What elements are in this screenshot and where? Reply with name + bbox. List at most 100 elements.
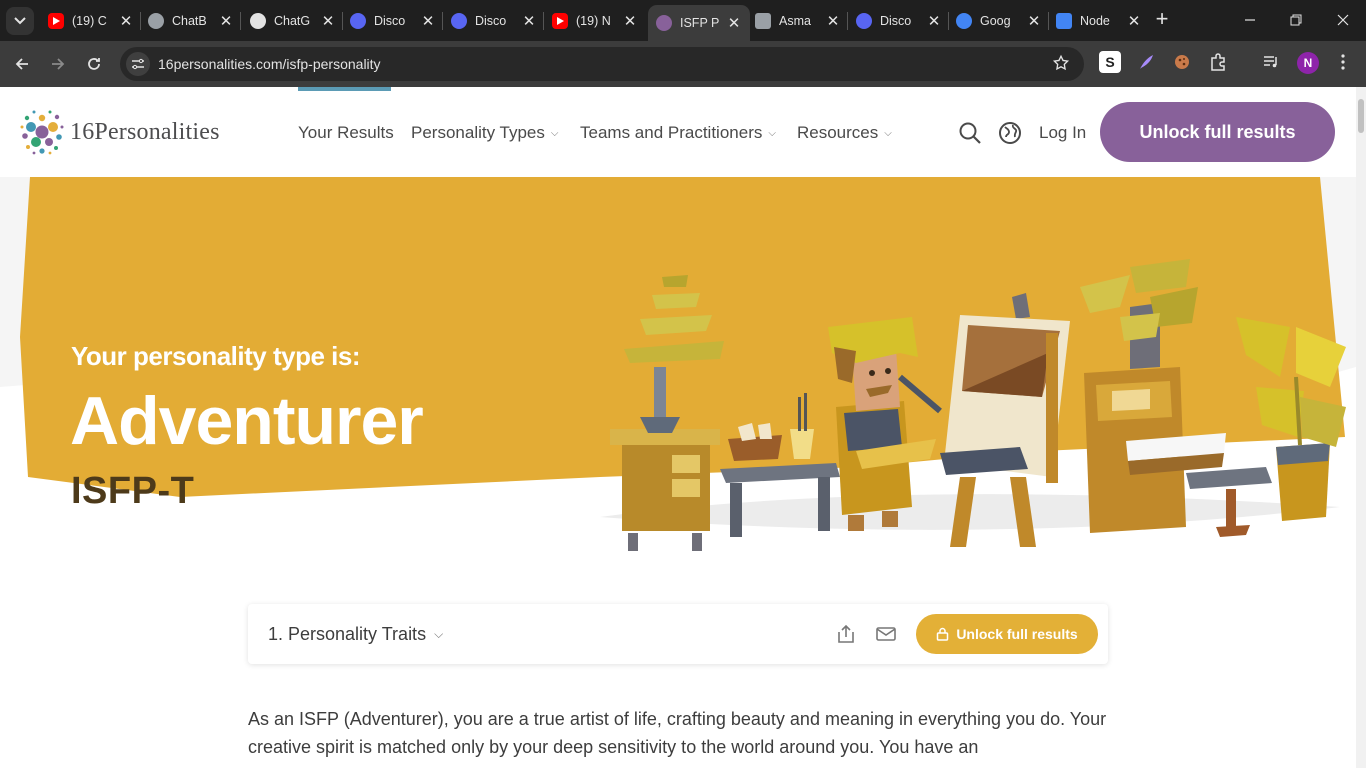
lock-icon — [937, 627, 949, 641]
close-window-button[interactable] — [1331, 8, 1355, 32]
close-tab-icon[interactable]: ✕ — [726, 14, 742, 32]
bookmark-star-icon[interactable] — [1052, 54, 1070, 77]
chevron-down-icon: ⌵ — [884, 127, 892, 139]
section-title: 1. Personality Traits — [268, 624, 427, 644]
reload-icon — [88, 58, 100, 70]
discord-icon — [451, 12, 467, 29]
restore-button[interactable] — [1284, 8, 1308, 32]
reload-button[interactable] — [80, 50, 108, 78]
new-tab-button[interactable]: + — [1150, 8, 1174, 32]
logo-text: 16Personalities — [70, 118, 220, 145]
unlock-full-results-small-button[interactable]: Unlock full results — [916, 614, 1098, 654]
media-control-icon[interactable] — [1260, 51, 1282, 73]
search-icon[interactable] — [957, 120, 983, 146]
forward-button[interactable] — [44, 50, 72, 78]
16p-icon — [656, 15, 672, 31]
browser-tab[interactable]: Disco ✕ — [443, 5, 545, 36]
browser-tab[interactable]: ChatB ✕ — [140, 5, 242, 36]
hero-banner: Your personality type is: Adventurer ISF… — [0, 177, 1356, 557]
extension-cookie-icon[interactable] — [1171, 51, 1193, 73]
nav-personality-types[interactable]: Personality Types ⌵ — [411, 123, 558, 143]
login-link[interactable]: Log In — [1039, 123, 1086, 143]
chevron-down-icon: ⌵ — [434, 627, 444, 641]
hero-subtitle: Your personality type is: — [71, 341, 360, 371]
site-logo[interactable]: 16Personalities — [20, 109, 220, 155]
personality-type-title: Adventurer — [70, 383, 424, 459]
close-tab-icon[interactable]: ✕ — [320, 12, 336, 30]
scrollbar-thumb[interactable] — [1358, 99, 1364, 133]
nav-teams-practitioners[interactable]: Teams and Practitioners ⌵ — [580, 123, 776, 143]
active-nav-indicator — [298, 87, 391, 91]
web-page: 16Personalities Your Results Personality… — [0, 87, 1356, 768]
site-header: 16Personalities Your Results Personality… — [0, 87, 1356, 177]
browser-tab[interactable]: ChatG ✕ — [242, 5, 344, 36]
personality-type-code: ISFP-T — [71, 470, 195, 512]
bird-icon — [755, 12, 771, 29]
chevron-down-icon: ⌵ — [768, 127, 776, 139]
share-icon[interactable] — [835, 623, 857, 645]
tab-separator — [240, 12, 241, 30]
openai-icon — [250, 12, 266, 29]
extensions-puzzle-icon[interactable] — [1207, 51, 1229, 73]
globe-icon[interactable] — [997, 120, 1023, 146]
tab-title: Asma — [779, 13, 811, 28]
browser-toolbar: 16personalities.com/isfp-personality S N — [0, 41, 1366, 87]
site-info-icon[interactable] — [126, 52, 150, 76]
minimize-button[interactable] — [1238, 8, 1262, 32]
tab-title: Disco — [475, 13, 507, 28]
close-tab-icon[interactable]: ✕ — [1026, 12, 1042, 30]
browser-tab[interactable]: (19) N ✕ — [544, 5, 646, 36]
profile-avatar[interactable]: N — [1297, 52, 1319, 74]
close-tab-icon[interactable]: ✕ — [118, 12, 134, 30]
tab-title: ChatB — [172, 13, 207, 28]
close-tab-icon[interactable]: ✕ — [926, 12, 942, 30]
close-tab-icon[interactable]: ✕ — [825, 12, 841, 30]
url-text[interactable]: 16personalities.com/isfp-personality — [158, 56, 381, 72]
browser-tab-bar: (19) C ✕ ChatB ✕ ChatG ✕ Disco ✕ Disco ✕ (19) N ✕ IS… — [0, 0, 1366, 41]
tab-title: Goog — [980, 13, 1011, 28]
close-tab-icon[interactable]: ✕ — [622, 12, 638, 30]
tab-title: Disco — [880, 13, 912, 28]
discord-icon — [350, 12, 366, 29]
address-bar[interactable]: 16personalities.com/isfp-personality — [120, 47, 1084, 81]
close-tab-icon[interactable]: ✕ — [218, 12, 234, 30]
close-tab-icon[interactable]: ✕ — [521, 12, 537, 30]
section-nav-bar: 1. Personality Traits ⌵ Unlock full resu… — [248, 604, 1108, 664]
youtube-icon — [48, 12, 64, 29]
browser-tab[interactable]: Asma ✕ — [747, 5, 849, 36]
close-icon — [1337, 14, 1349, 26]
section-selector[interactable]: 1. Personality Traits ⌵ — [268, 624, 443, 645]
nav-resources[interactable]: Resources ⌵ — [797, 123, 892, 143]
browser-tab[interactable]: Node ✕ — [1048, 5, 1150, 36]
tab-search-button[interactable] — [6, 7, 34, 35]
nav-your-results[interactable]: Your Results — [298, 123, 394, 143]
page-scrollbar[interactable] — [1356, 87, 1366, 768]
globe-icon — [148, 12, 164, 29]
close-tab-icon[interactable]: ✕ — [1126, 12, 1142, 30]
arrow-right-icon — [52, 58, 65, 70]
google-icon — [956, 12, 972, 29]
discord-icon — [856, 12, 872, 29]
browser-tab[interactable]: Disco ✕ — [848, 5, 950, 36]
tab-title: ISFP P — [680, 16, 720, 30]
email-icon[interactable] — [875, 623, 897, 645]
kebab-menu-icon[interactable] — [1332, 51, 1354, 73]
nav-label: Personality Types — [411, 123, 545, 142]
back-button[interactable] — [8, 50, 36, 78]
tab-title: (19) C — [72, 13, 107, 28]
extension-feather-icon[interactable] — [1135, 51, 1157, 73]
tab-title: (19) N — [576, 13, 611, 28]
tab-title: Disco — [374, 13, 406, 28]
chevron-down-icon — [14, 17, 26, 25]
extension-s-icon[interactable]: S — [1099, 51, 1121, 73]
nav-label: Resources — [797, 123, 879, 142]
browser-tab[interactable]: ISFP P ✕ — [648, 5, 750, 41]
browser-tab[interactable]: Disco ✕ — [342, 5, 444, 36]
nav-label: Teams and Practitioners — [580, 123, 763, 142]
intro-paragraph: As an ISFP (Adventurer), you are a true … — [248, 709, 1107, 757]
unlock-full-results-button[interactable]: Unlock full results — [1100, 102, 1335, 162]
browser-tab[interactable]: Goog ✕ — [948, 5, 1050, 36]
close-tab-icon[interactable]: ✕ — [420, 12, 436, 30]
browser-tab[interactable]: (19) C ✕ — [40, 5, 142, 36]
tab-title: Node — [1080, 13, 1110, 28]
